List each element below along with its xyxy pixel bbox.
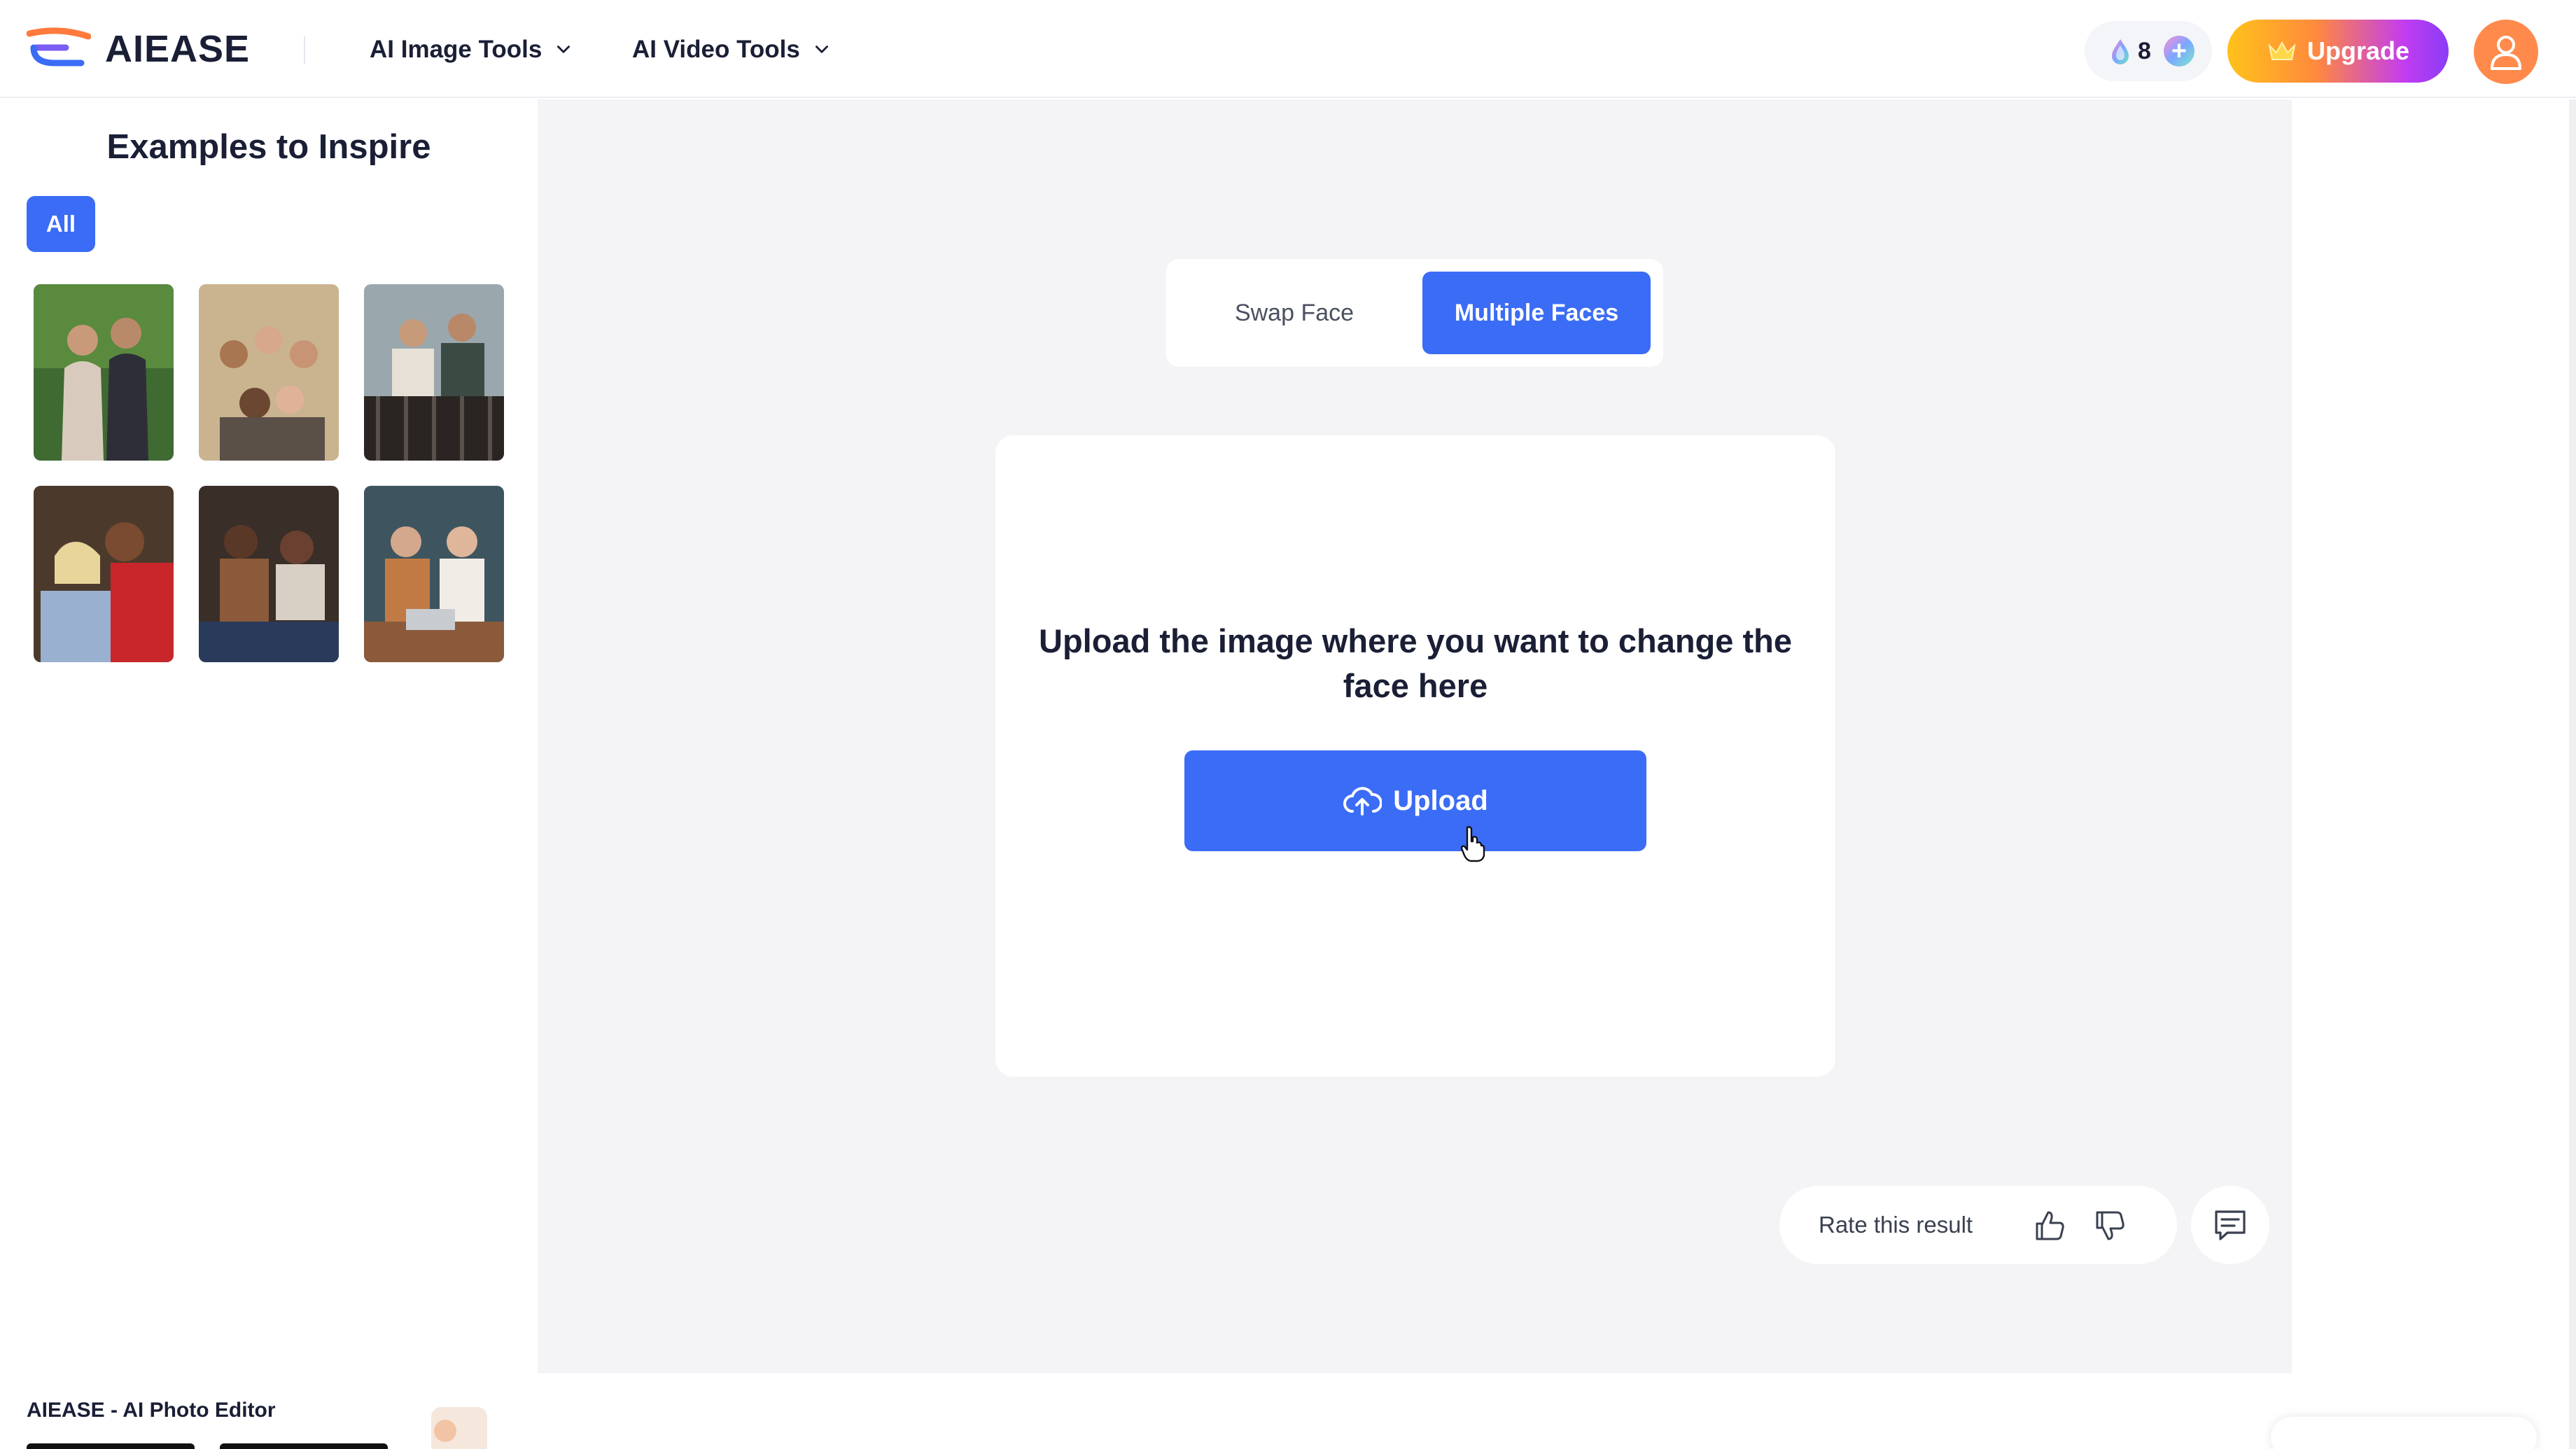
- nav-ai-video-tools[interactable]: AI Video Tools: [632, 32, 831, 67]
- thumbs-up-icon[interactable]: [2031, 1208, 2066, 1243]
- feedback-comment-button[interactable]: [2191, 1186, 2269, 1264]
- example-photo-friends-sitting: [199, 486, 339, 662]
- header-divider: [304, 36, 305, 64]
- example-photo-couple-selfie: [34, 486, 174, 662]
- brand-name: AIEASE: [105, 28, 251, 70]
- nav-ai-video-tools-label: AI Video Tools: [632, 36, 800, 63]
- upload-label: Upload: [1393, 785, 1488, 816]
- app-promo-title: AIEASE - AI Photo Editor: [27, 1399, 276, 1422]
- thumbs-down-icon[interactable]: [2092, 1208, 2127, 1243]
- upload-dropzone[interactable]: Upload the image where you want to chang…: [995, 435, 1835, 1077]
- example-thumbnail[interactable]: [34, 284, 174, 461]
- upload-button[interactable]: Upload: [1184, 750, 1646, 851]
- app-store-badge[interactable]: [27, 1443, 195, 1449]
- tab-swap-face[interactable]: Swap Face: [1179, 272, 1410, 354]
- chevron-down-icon: [557, 46, 570, 53]
- nav-ai-image-tools-label: AI Image Tools: [370, 36, 542, 63]
- filter-all-chip[interactable]: All: [27, 196, 95, 252]
- rate-label: Rate this result: [1819, 1212, 1973, 1238]
- face-swap-workspace: Swap Face Multiple Faces Upload the imag…: [538, 99, 2292, 1373]
- crown-icon: [2268, 41, 2296, 60]
- comment-icon: [2215, 1210, 2246, 1240]
- examples-sidebar: Examples to Inspire All AIEASE - AI Phot…: [0, 99, 538, 1449]
- example-thumbnail[interactable]: [199, 486, 339, 662]
- example-photo-friends-balcony: [364, 284, 504, 461]
- phone-illustration-icon: [431, 1407, 487, 1449]
- upgrade-label: Upgrade: [2306, 36, 2410, 65]
- chevron-down-icon: [815, 46, 828, 53]
- google-play-badge[interactable]: [220, 1443, 388, 1449]
- upgrade-button[interactable]: Upgrade: [2227, 20, 2449, 83]
- credits-counter[interactable]: 8 +: [2085, 21, 2212, 81]
- right-gutter: [2292, 99, 2576, 1449]
- upload-prompt: Upload the image where you want to chang…: [1039, 622, 1792, 704]
- cloud-upload-icon: [1343, 787, 1382, 816]
- credit-drop-icon: [2112, 39, 2129, 64]
- example-thumbnail[interactable]: [199, 284, 339, 461]
- aiease-logo-icon: [27, 27, 91, 66]
- hand-pointer-cursor-icon: [1460, 826, 1485, 862]
- example-thumbnail[interactable]: [34, 486, 174, 662]
- credits-count: 8: [2138, 37, 2151, 64]
- nav-ai-image-tools[interactable]: AI Image Tools: [370, 32, 573, 67]
- examples-title: Examples to Inspire: [106, 128, 431, 166]
- user-avatar[interactable]: [2474, 20, 2538, 84]
- page-scrollbar[interactable]: [2569, 99, 2576, 1449]
- example-photo-couple-garden: [34, 284, 174, 461]
- example-thumbnail[interactable]: [364, 284, 504, 461]
- add-credits-icon[interactable]: +: [2163, 36, 2194, 66]
- mode-tabs: Swap Face Multiple Faces: [1166, 259, 1663, 367]
- rate-result-bar: Rate this result: [1779, 1186, 2177, 1264]
- top-header: AIEASE AI Image Tools AI Video Tools 8 +…: [0, 0, 2576, 98]
- brand-logo[interactable]: AIEASE: [27, 21, 250, 77]
- user-icon: [2491, 36, 2521, 70]
- example-photo-friends-group: [199, 284, 339, 461]
- example-thumbnail[interactable]: [364, 486, 504, 662]
- floating-promo-pill[interactable]: [2271, 1417, 2537, 1449]
- example-photo-colleagues-laptop: [364, 486, 504, 662]
- tab-multiple-faces[interactable]: Multiple Faces: [1422, 272, 1651, 354]
